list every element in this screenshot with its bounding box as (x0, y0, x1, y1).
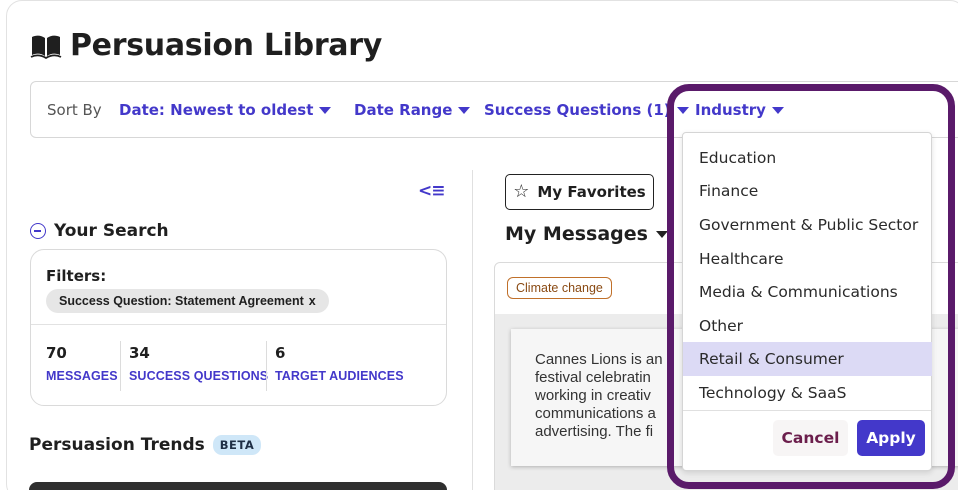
persuasion-trends-header: Persuasion Trends BETA (29, 435, 262, 455)
sort-by-label: Sort By (47, 101, 102, 119)
column-divider (472, 170, 473, 490)
sort-dropdown[interactable]: Date: Newest to oldest (119, 101, 332, 119)
filter-chip: Success Question: Statement Agreement x (46, 289, 329, 313)
success-questions-dropdown[interactable]: Success Questions (1) (484, 101, 689, 119)
caret-down-icon (771, 106, 784, 114)
page-header: Persuasion Library (30, 28, 382, 63)
your-search-title: Your Search (54, 221, 169, 241)
industry-option-education[interactable]: Education (683, 141, 932, 175)
caret-down-icon (655, 230, 668, 238)
cancel-button[interactable]: Cancel (773, 420, 848, 456)
industry-option-technology[interactable]: Technology & SaaS (683, 376, 932, 410)
divider (31, 324, 446, 325)
collapse-sidebar-icon[interactable]: <≡ (418, 181, 448, 201)
divider (266, 341, 267, 391)
minus-circle-icon (30, 223, 46, 239)
industry-option-healthcare[interactable]: Healthcare (683, 242, 932, 276)
sort-dropdown-label: Date: Newest to oldest (119, 101, 314, 119)
date-range-dropdown[interactable]: Date Range (354, 101, 471, 119)
stat-success-questions[interactable]: 34 SUCCESS QUESTIONS (129, 344, 268, 383)
caret-down-icon (676, 106, 689, 114)
trends-panel (29, 482, 447, 490)
page-title: Persuasion Library (70, 28, 383, 63)
apply-button[interactable]: Apply (857, 420, 925, 456)
my-favorites-label: My Favorites (537, 183, 646, 201)
industry-dropdown[interactable]: Industry (695, 101, 784, 119)
stat-label: MESSAGES (46, 369, 118, 383)
industry-option-government[interactable]: Government & Public Sector (683, 208, 932, 242)
stat-value: 70 (46, 344, 67, 362)
my-messages-title: My Messages (505, 223, 648, 245)
divider (683, 410, 931, 411)
beta-badge: BETA (212, 435, 262, 455)
remove-filter-icon[interactable]: x (309, 294, 316, 308)
industry-option-finance[interactable]: Finance (683, 174, 932, 208)
industry-label: Industry (695, 101, 766, 119)
caret-down-icon (458, 106, 471, 114)
divider (120, 341, 121, 391)
industry-option-other[interactable]: Other (683, 309, 932, 343)
date-range-label: Date Range (354, 101, 453, 119)
persuasion-trends-title: Persuasion Trends (29, 435, 205, 455)
caret-down-icon (319, 106, 332, 114)
success-questions-label: Success Questions (1) (484, 101, 671, 119)
industry-option-retail[interactable]: Retail & Consumer (683, 342, 932, 376)
topic-tag[interactable]: Climate change (507, 277, 612, 299)
my-favorites-button[interactable]: ☆ My Favorites (505, 174, 654, 210)
filter-chip-label: Success Question: Statement Agreement (59, 294, 304, 308)
stat-target-audiences[interactable]: 6 TARGET AUDIENCES (275, 344, 404, 383)
my-messages-dropdown[interactable]: My Messages (505, 223, 668, 245)
stat-messages[interactable]: 70 MESSAGES (46, 344, 118, 383)
stat-value: 6 (275, 344, 286, 362)
search-summary-card: Filters: Success Question: Statement Agr… (30, 249, 447, 406)
stat-value: 34 (129, 344, 150, 362)
filters-label: Filters: (46, 267, 107, 285)
industry-dropdown-menu: Education Finance Government & Public Se… (682, 132, 932, 471)
your-search-header[interactable]: Your Search (30, 221, 169, 241)
stat-label: SUCCESS QUESTIONS (129, 369, 269, 383)
filter-toolbar: Sort By Date: Newest to oldest Date Rang… (30, 81, 958, 138)
stat-label: TARGET AUDIENCES (275, 369, 404, 383)
book-icon (30, 35, 62, 59)
star-icon: ☆ (513, 181, 530, 202)
industry-option-media[interactable]: Media & Communications (683, 275, 932, 309)
